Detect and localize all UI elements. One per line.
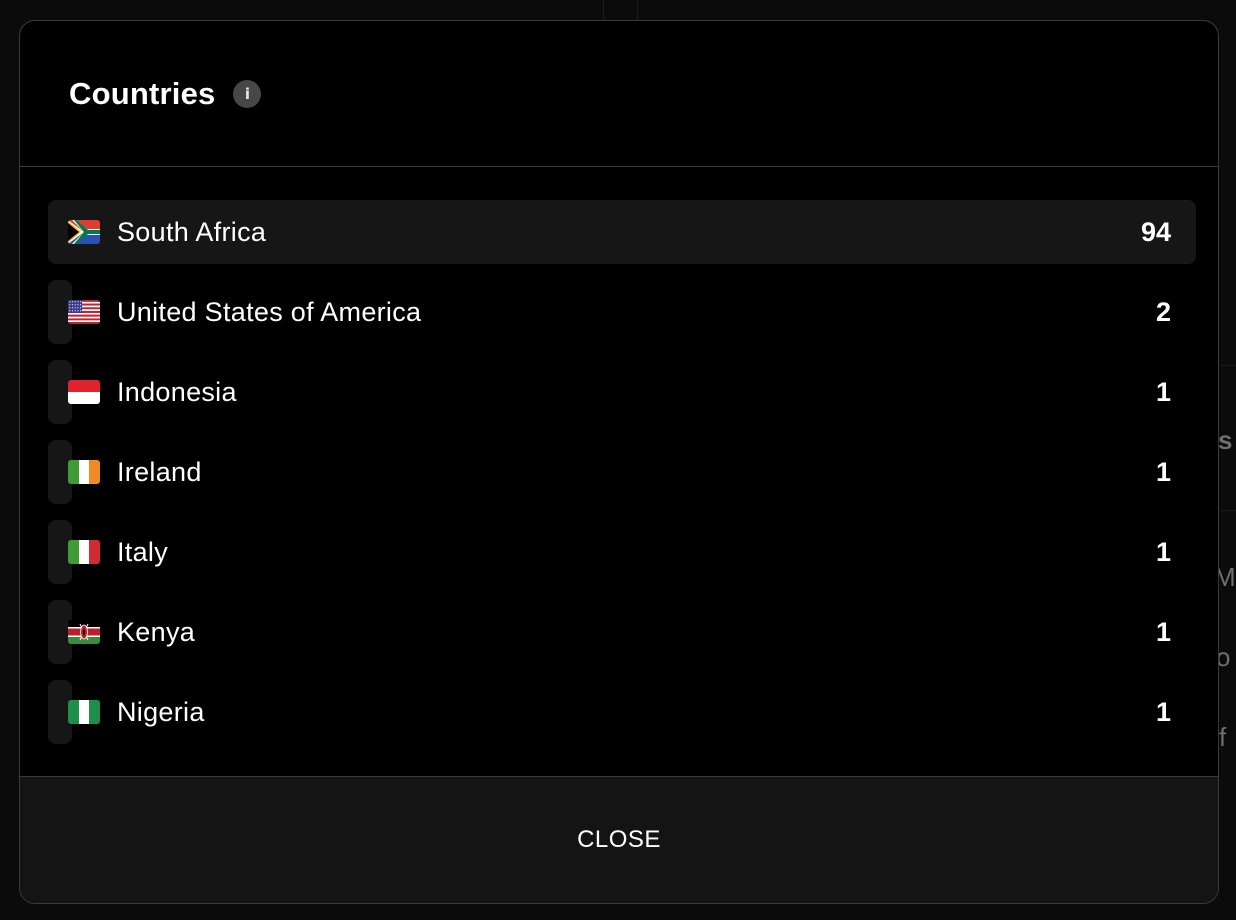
country-name: Nigeria bbox=[117, 696, 205, 727]
flag-ireland-icon bbox=[68, 460, 100, 484]
background-partial-text: s bbox=[1218, 425, 1233, 455]
country-row[interactable]: United States of America 2 bbox=[48, 280, 1196, 344]
country-count: 1 bbox=[1155, 696, 1171, 727]
country-count: 2 bbox=[1155, 296, 1171, 327]
flag-kenya-icon bbox=[68, 620, 100, 644]
background-divider bbox=[1221, 510, 1236, 511]
country-name: Indonesia bbox=[117, 376, 237, 407]
flag-italy-icon bbox=[68, 540, 100, 564]
modal-header: Countries i bbox=[20, 21, 1218, 167]
background-divider bbox=[1221, 365, 1236, 366]
flag-south-africa-icon bbox=[68, 220, 100, 244]
country-row[interactable]: Kenya 1 bbox=[48, 600, 1196, 664]
country-count: 94 bbox=[1140, 216, 1171, 247]
country-name: South Africa bbox=[117, 216, 267, 247]
country-name: Ireland bbox=[117, 456, 202, 487]
country-list: South Africa 94 United States of America 2 I… bbox=[20, 167, 1218, 777]
background-divider bbox=[637, 0, 638, 20]
country-row[interactable]: South Africa 94 bbox=[48, 200, 1196, 264]
flag-nigeria-icon bbox=[68, 700, 100, 724]
flag-indonesia-icon bbox=[68, 380, 100, 404]
modal-footer: CLOSE bbox=[20, 777, 1218, 903]
info-icon[interactable]: i bbox=[233, 79, 262, 108]
country-name: United States of America bbox=[117, 296, 422, 327]
country-count: 1 bbox=[1155, 376, 1171, 407]
close-button[interactable]: CLOSE bbox=[537, 812, 701, 868]
background-divider bbox=[603, 0, 604, 20]
countries-modal: Countries i South Africa 94 United States … bbox=[19, 20, 1219, 904]
country-name: Kenya bbox=[117, 616, 196, 647]
country-count: 1 bbox=[1155, 616, 1171, 647]
country-row[interactable]: Italy 1 bbox=[48, 520, 1196, 584]
country-name: Italy bbox=[117, 536, 169, 567]
country-count: 1 bbox=[1155, 456, 1171, 487]
background-partial-text: f bbox=[1219, 722, 1227, 752]
flag-usa-icon bbox=[68, 300, 100, 324]
modal-title: Countries bbox=[69, 75, 216, 111]
country-row[interactable]: Ireland 1 bbox=[48, 440, 1196, 504]
country-count: 1 bbox=[1155, 536, 1171, 567]
country-row[interactable]: Nigeria 1 bbox=[48, 680, 1196, 744]
country-row[interactable]: Indonesia 1 bbox=[48, 360, 1196, 424]
